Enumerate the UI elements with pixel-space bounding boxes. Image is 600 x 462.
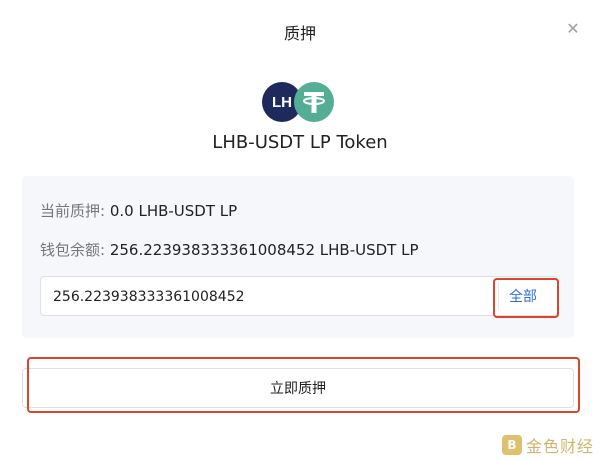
staked-row: 当前质押: 0.0 LHB-USDT LP [40, 200, 237, 221]
highlight-all-button [493, 278, 559, 318]
staked-label: 当前质押: [40, 202, 106, 220]
highlight-stake-button [27, 357, 580, 413]
balance-value: 256.223938333361008452 LHB-USDT LP [109, 241, 419, 259]
token-name: LHB-USDT LP Token [212, 132, 388, 153]
usdt-logo-icon [294, 82, 334, 122]
close-icon[interactable]: ✕ [566, 21, 580, 37]
amount-input-wrapper: 全部 [40, 276, 558, 317]
watermark-text: 金色财经 [525, 437, 594, 456]
balance-label: 钱包余额: [40, 241, 106, 259]
staked-value: 0.0 LHB-USDT LP [109, 202, 238, 220]
dialog-title: 质押 [283, 24, 316, 43]
token-pair-logos: LH [262, 82, 338, 122]
watermark-logo-icon: B [501, 435, 522, 455]
stake-dialog: 质押 ✕ LH LHB-USDT LP Token 当前质押: 0.0 LHB-… [0, 0, 600, 462]
stake-info-panel: 当前质押: 0.0 LHB-USDT LP 钱包余额: 256.22393833… [22, 176, 574, 338]
amount-input[interactable] [51, 277, 485, 317]
watermark: B 金色财经 [501, 434, 594, 456]
balance-row: 钱包余额: 256.223938333361008452 LHB-USDT LP [40, 239, 419, 260]
